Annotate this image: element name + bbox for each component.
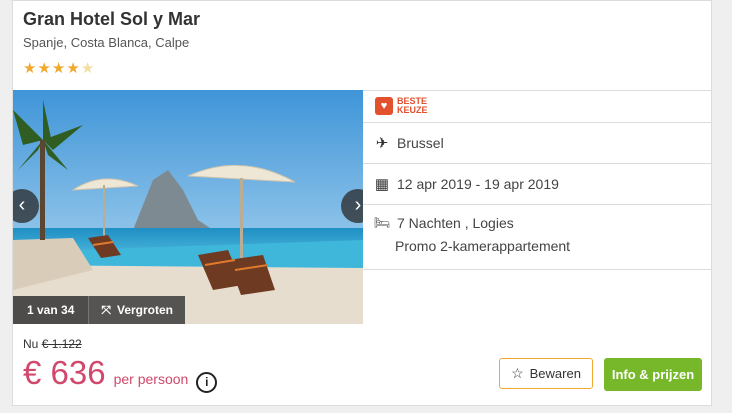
trip-details: ♥ BESTE KEUZE ✈ Brussel ▦ 12 apr 2019 - … (363, 90, 712, 270)
departure-city: Brussel (397, 135, 444, 151)
badge-line2: KEUZE (397, 105, 428, 115)
hotel-name[interactable]: Gran Hotel Sol y Mar (23, 9, 200, 30)
departure-row: ✈ Brussel (363, 122, 712, 163)
hotel-photo-gallery[interactable]: ‹ › 1 van 34 ⤧ Vergroten (13, 90, 363, 324)
zoom-label: Vergroten (116, 303, 173, 317)
star-empty-icon: ★ (80, 60, 96, 77)
photo-counter: 1 van 34 (13, 296, 89, 324)
old-price: Nu € 1.122 (23, 337, 82, 351)
star-icon: ★ (37, 60, 52, 77)
dates-row: ▦ 12 apr 2019 - 19 apr 2019 (363, 163, 712, 204)
airplane-icon: ✈ (375, 135, 389, 152)
stay-row: 🛏 7 Nachten , Logies Promo 2-kamerappart… (363, 204, 712, 270)
star-icon: ★ (23, 60, 38, 77)
zoom-button[interactable]: ⤧ Vergroten (88, 296, 185, 324)
price-per-person: per persoon (113, 371, 189, 387)
info-icon[interactable]: i (196, 372, 218, 393)
star-icon: ★ (51, 60, 67, 77)
calendar-icon: ▦ (374, 176, 390, 193)
badge-row: ♥ BESTE KEUZE (363, 90, 712, 122)
star-rating: ★★★★★ (23, 59, 95, 77)
save-label: Bewaren (529, 366, 581, 381)
best-choice-badge: ♥ BESTE KEUZE (375, 97, 428, 115)
room-type: Promo 2-kamerappartement (395, 238, 571, 254)
info-prices-button[interactable]: Info & prijzen (604, 358, 702, 391)
heart-icon: ♥ (375, 97, 393, 115)
photo-bar: 1 van 34 ⤧ Vergroten (13, 296, 185, 324)
old-price-prefix: Nu (23, 337, 39, 351)
hotel-location: Spanje, Costa Blanca, Calpe (23, 35, 190, 50)
old-price-value: € 1.122 (41, 337, 82, 351)
hotel-card: Gran Hotel Sol y Mar Spanje, Costa Blanc… (12, 0, 712, 406)
bed-icon: 🛏 (373, 215, 391, 230)
price-block: € 636 per persoon i (23, 354, 218, 393)
star-icon: ★ (66, 60, 81, 77)
expand-icon: ⤧ (101, 303, 111, 317)
save-button[interactable]: ☆ Bewaren (499, 358, 593, 389)
hotel-photo (13, 90, 363, 324)
star-outline-icon: ☆ (511, 365, 524, 381)
price-amount: € 636 (23, 354, 106, 391)
stay-duration: 7 Nachten , Logies (397, 215, 514, 231)
travel-dates: 12 apr 2019 - 19 apr 2019 (397, 176, 559, 192)
